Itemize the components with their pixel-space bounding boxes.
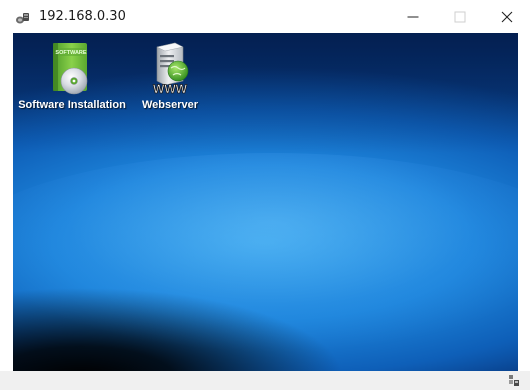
close-button[interactable] bbox=[484, 0, 530, 33]
webserver-icon: WWW bbox=[153, 42, 189, 96]
www-badge: WWW bbox=[153, 82, 188, 96]
title-bar[interactable]: 192.168.0.30 bbox=[0, 0, 530, 33]
desktop-icon-software-installation[interactable]: SOFTWARE Software Installation bbox=[18, 41, 126, 111]
window-title: 192.168.0.30 bbox=[39, 9, 126, 24]
minimize-button[interactable] bbox=[390, 0, 436, 33]
remote-desktop-window: 192.168.0.30 SOFTWARE Software Installat… bbox=[0, 0, 530, 390]
desktop-icon-webserver[interactable]: WWW Webserver bbox=[140, 41, 200, 111]
remote-desktop-icon bbox=[16, 13, 29, 24]
maximize-button[interactable] bbox=[437, 0, 483, 33]
webserver-label: Webserver bbox=[141, 99, 199, 111]
software-cd-icon: SOFTWARE bbox=[53, 43, 88, 95]
software-installation-label: Software Installation bbox=[18, 99, 126, 111]
status-bar bbox=[0, 371, 530, 390]
software-badge: SOFTWARE bbox=[55, 50, 86, 56]
maximize-icon bbox=[454, 11, 466, 22]
resize-grip-icon[interactable] bbox=[508, 374, 520, 387]
minimize-icon bbox=[407, 16, 419, 17]
remote-desktop-area[interactable]: SOFTWARE Software Installation WWW Webse… bbox=[13, 33, 518, 371]
close-icon bbox=[501, 11, 513, 22]
